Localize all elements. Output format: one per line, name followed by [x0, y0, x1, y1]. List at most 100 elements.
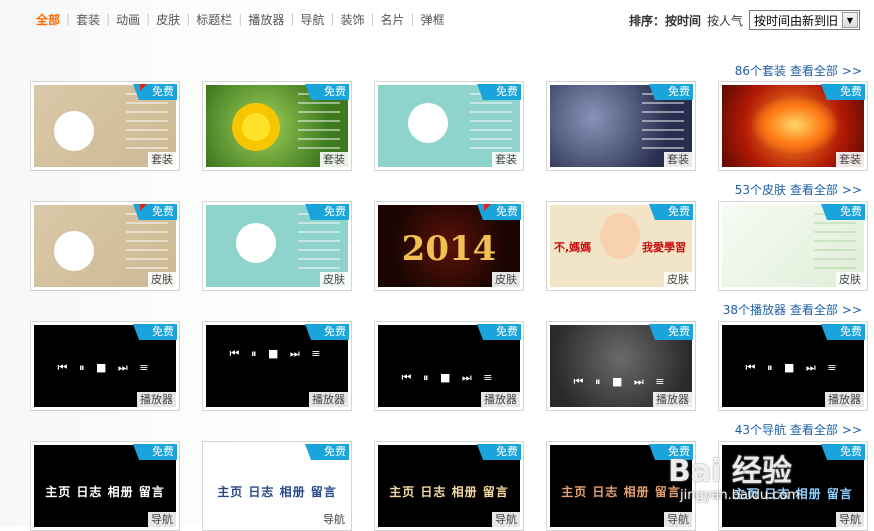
thumbnail-tag: 套装	[664, 152, 692, 167]
sort-by-popularity[interactable]: 按人气	[707, 12, 743, 29]
player-controls: ⏮ ⏸ ■ ⏭ ≡	[229, 347, 325, 360]
more-arrow-icon[interactable]: >>	[842, 183, 862, 197]
thumbnail-card[interactable]: 免费 套装	[374, 81, 524, 171]
thumbnail-tag: 导航	[148, 512, 176, 527]
nav-item-animation[interactable]: 动画	[116, 11, 140, 28]
section-count[interactable]: 53个皮肤	[735, 183, 786, 197]
section-count[interactable]: 86个套装	[735, 64, 786, 78]
thumbnail-card[interactable]: 免费 皮肤	[30, 201, 180, 291]
thumbnail-tag: 皮肤	[664, 272, 692, 287]
thumbnail-card[interactable]: 主页 日志 相册 留言 免费 导航	[30, 441, 180, 531]
thumbnail-tag: 导航	[320, 512, 348, 527]
year-text: 2014	[401, 229, 497, 269]
free-badge: 免费	[133, 444, 177, 460]
player-controls: ⏮ ⏸ ■ ⏭ ≡	[57, 361, 153, 374]
thumbnail-tag: 皮肤	[836, 272, 864, 287]
nav-item-navigation[interactable]: 导航	[300, 11, 324, 28]
free-badge: 免费	[305, 84, 349, 100]
thumbnail-tag: 套装	[148, 152, 176, 167]
free-badge: 免费	[477, 204, 521, 220]
player-controls: ⏮ ⏸ ■ ⏭ ≡	[745, 361, 841, 374]
thumbnail-card[interactable]: 主页 日志 相册 留言 免费 导航	[202, 441, 352, 531]
more-arrow-icon[interactable]: >>	[842, 64, 862, 78]
free-badge: 免费	[821, 84, 865, 100]
nav-item-player[interactable]: 播放器	[248, 11, 284, 28]
thumbnail-tag: 套装	[836, 152, 864, 167]
thumbnail-tag: 皮肤	[148, 272, 176, 287]
thumbnail-card[interactable]: 不,媽媽 我愛學習 免费 皮肤	[546, 201, 696, 291]
section-header-navigation: 43个导航 查看全部 >>	[735, 421, 862, 438]
free-badge: 免费	[821, 444, 865, 460]
free-badge: 免费	[305, 324, 349, 340]
thumbnail-card[interactable]: 免费 套装	[718, 81, 868, 171]
thumbnail-card[interactable]: ⏮ ⏸ ■ ⏭ ≡ 免费 播放器	[202, 321, 352, 411]
section-header-skins: 53个皮肤 查看全部 >>	[735, 181, 862, 198]
nav-item-popup[interactable]: 弹框	[421, 11, 445, 28]
section-count[interactable]: 38个播放器	[723, 303, 786, 317]
free-badge: 免费	[133, 324, 177, 340]
nav-preview-text: 主页 日志 相册 留言	[217, 485, 337, 499]
section-count[interactable]: 43个导航	[735, 423, 786, 437]
thumbnail-card[interactable]: ⏮ ⏸ ■ ⏭ ≡ 免费 播放器	[546, 321, 696, 411]
view-all-link[interactable]: 查看全部	[790, 423, 838, 437]
baidu-watermark: Bai 经验	[668, 454, 792, 489]
free-badge: 免费	[649, 84, 693, 100]
free-badge: 免费	[477, 84, 521, 100]
thumbnail-card[interactable]: ⏮ ⏸ ■ ⏭ ≡ 免费 播放器	[30, 321, 180, 411]
section-header-players: 38个播放器 查看全部 >>	[723, 301, 862, 318]
thumbnail-tag: 皮肤	[492, 272, 520, 287]
nav-item-suits[interactable]: 套装	[76, 11, 100, 28]
thumbnail-tag: 导航	[664, 512, 692, 527]
more-arrow-icon[interactable]: >>	[842, 303, 862, 317]
free-badge: 免费	[305, 204, 349, 220]
sort-bar: 排序： 按时间 按人气 按时间由新到旧 ▼	[629, 10, 860, 30]
thumbnail-tag: 播放器	[653, 392, 692, 407]
more-arrow-icon[interactable]: >>	[842, 423, 862, 437]
view-all-link[interactable]: 查看全部	[790, 64, 838, 78]
thumbnail-tag: 导航	[836, 512, 864, 527]
thumbnail-card[interactable]: 2014 免费 皮肤	[374, 201, 524, 291]
category-nav: 全部 | 套装 | 动画 | 皮肤 | 标题栏 | 播放器 | 导航 | 装饰 | 名片 | 弹框	[36, 11, 445, 28]
free-badge: 免费	[133, 204, 177, 220]
thumbnail-tag: 播放器	[481, 392, 520, 407]
nav-item-card[interactable]: 名片	[381, 11, 405, 28]
free-badge: 免费	[305, 444, 349, 460]
thumbnail-card[interactable]: 免费 套装	[546, 81, 696, 171]
view-all-link[interactable]: 查看全部	[790, 183, 838, 197]
sort-select[interactable]: 按时间由新到旧 ▼	[748, 10, 860, 30]
free-badge: 免费	[821, 204, 865, 220]
thumbnail-tag: 导航	[492, 512, 520, 527]
free-badge: 免费	[477, 324, 521, 340]
thumbnail-card[interactable]: ⏮ ⏸ ■ ⏭ ≡ 免费 播放器	[718, 321, 868, 411]
free-badge: 免费	[649, 324, 693, 340]
nav-preview-text: 主页 日志 相册 留言	[45, 485, 165, 499]
player-controls: ⏮ ⏸ ■ ⏭ ≡	[573, 375, 669, 388]
thumbnail-card[interactable]: 主页 日志 相册 留言 免费 导航	[374, 441, 524, 531]
nav-item-skin[interactable]: 皮肤	[156, 11, 180, 28]
view-all-link[interactable]: 查看全部	[790, 303, 838, 317]
thumbnail-card[interactable]: 免费 皮肤	[202, 201, 352, 291]
thumbnail-tag: 皮肤	[320, 272, 348, 287]
thumbnail-tag: 播放器	[137, 392, 176, 407]
thumbnail-card[interactable]: 免费 套装	[30, 81, 180, 171]
sort-label: 排序：	[628, 13, 665, 28]
chevron-down-icon[interactable]: ▼	[842, 12, 858, 28]
player-controls: ⏮ ⏸ ■ ⏭ ≡	[401, 371, 497, 384]
thumbnail-tag: 套装	[320, 152, 348, 167]
thumbnail-card[interactable]: ⏮ ⏸ ■ ⏭ ≡ 免费 播放器	[374, 321, 524, 411]
baidu-watermark-url: jingyan.baidu.com	[680, 488, 800, 503]
free-badge: 免费	[133, 84, 177, 100]
section-header-suits: 86个套装 查看全部 >>	[735, 62, 862, 79]
nav-item-titlebar[interactable]: 标题栏	[196, 11, 232, 28]
sort-by-time[interactable]: 按时间	[665, 12, 701, 29]
thumbnail-tag: 播放器	[309, 392, 348, 407]
free-badge: 免费	[821, 324, 865, 340]
nav-item-decoration[interactable]: 装饰	[340, 11, 364, 28]
thumbnail-tag: 套装	[492, 152, 520, 167]
thumbnail-card[interactable]: 免费 皮肤	[718, 201, 868, 291]
thumbnail-card[interactable]: 免费 套装	[202, 81, 352, 171]
nav-preview-text: 主页 日志 相册 留言	[389, 485, 509, 499]
nav-item-all[interactable]: 全部	[36, 11, 60, 28]
free-badge: 免费	[477, 444, 521, 460]
thumbnail-tag: 播放器	[825, 392, 864, 407]
